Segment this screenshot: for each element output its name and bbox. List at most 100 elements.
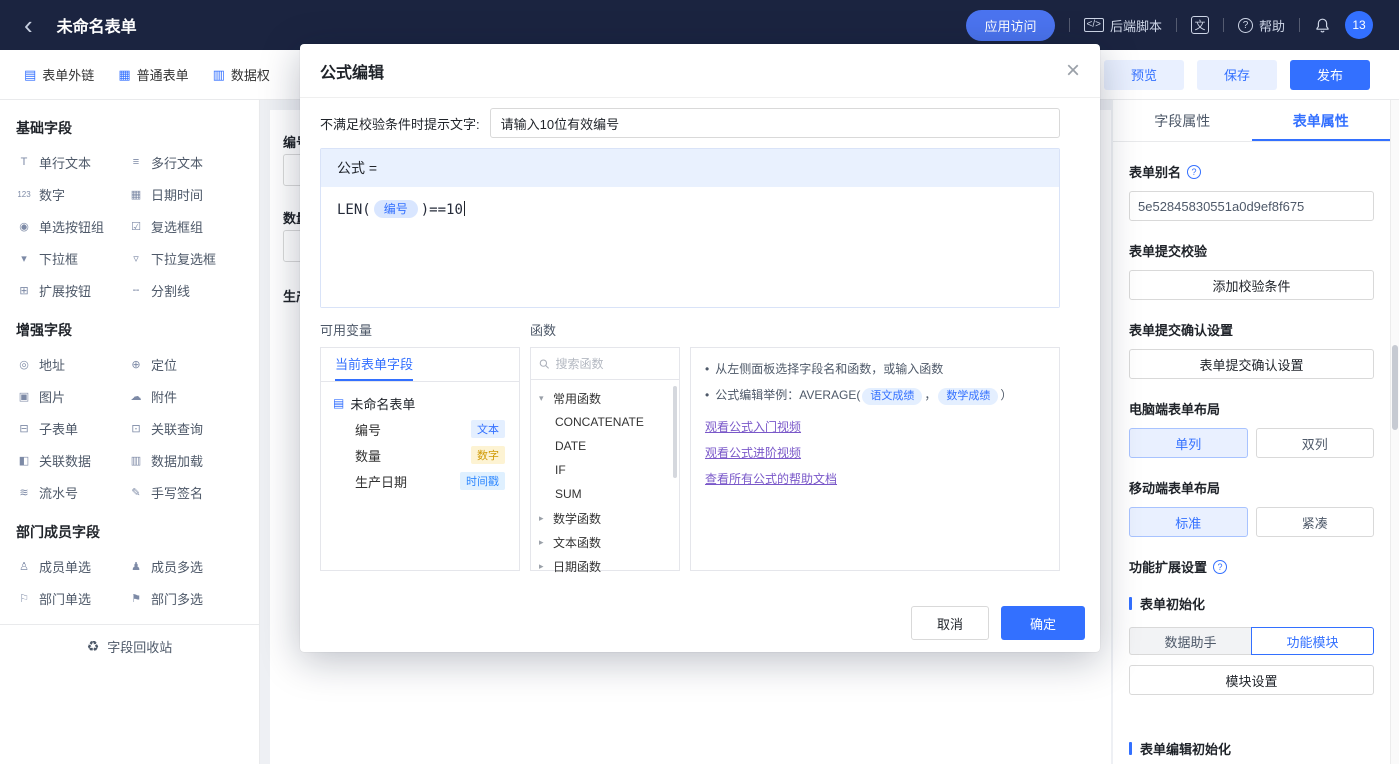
field-item-subform[interactable]: ⊟子表单 bbox=[16, 412, 128, 444]
field-item-member-multi[interactable]: ♟成员多选 bbox=[128, 550, 240, 582]
scrollbar-thumb[interactable] bbox=[1392, 345, 1398, 430]
function-group-math[interactable]: ▸ 数学函数 bbox=[531, 506, 679, 530]
radio-group-icon: ◉ bbox=[16, 220, 32, 233]
module-settings-button[interactable]: 模块设置 bbox=[1129, 665, 1374, 695]
type-tag-text: 文本 bbox=[471, 420, 505, 438]
app-access-button[interactable]: 应用访问 bbox=[966, 10, 1054, 41]
function-item-sum[interactable]: SUM bbox=[531, 482, 679, 506]
properties-tabs: 字段属性 表单属性 bbox=[1113, 100, 1390, 142]
extend-button-icon: ⊞ bbox=[16, 284, 32, 297]
function-search-input[interactable] bbox=[556, 357, 672, 371]
chevron-right-icon: ▸ bbox=[539, 513, 549, 524]
tab-form-external-link[interactable]: ▤ 表单外链 bbox=[24, 65, 94, 84]
back-icon[interactable]: ‹ bbox=[24, 5, 33, 45]
field-item-radio-group[interactable]: ◉单选按钮组 bbox=[16, 210, 128, 242]
field-item-signature[interactable]: ✎手写签名 bbox=[128, 476, 240, 508]
form-init-title-row: 表单初始化 bbox=[1129, 594, 1374, 613]
function-item-if[interactable]: IF bbox=[531, 458, 679, 482]
mobile-layout-standard[interactable]: 标准 bbox=[1129, 507, 1248, 537]
tree-node-form[interactable]: ▤ 未命名表单 bbox=[333, 390, 507, 416]
function-group-textfn[interactable]: ▸ 文本函数 bbox=[531, 530, 679, 554]
formula-input-area[interactable]: LEN(编号)==10 bbox=[321, 187, 1059, 307]
tab-field-properties[interactable]: 字段属性 bbox=[1113, 100, 1252, 141]
field-item-dept-single[interactable]: ⚐部门单选 bbox=[16, 582, 128, 614]
field-item-dept-multi[interactable]: ⚑部门多选 bbox=[128, 582, 240, 614]
help-button[interactable]: ? 帮助 bbox=[1238, 16, 1285, 35]
field-label: 下拉复选框 bbox=[151, 249, 216, 268]
field-item-address[interactable]: ◎地址 bbox=[16, 348, 128, 380]
window-scrollbar[interactable] bbox=[1390, 100, 1399, 764]
field-item-number[interactable]: 123数字 bbox=[16, 178, 128, 210]
ok-button[interactable]: 确定 bbox=[1001, 606, 1085, 640]
field-item-image[interactable]: ▣图片 bbox=[16, 380, 128, 412]
close-icon[interactable]: × bbox=[1066, 59, 1080, 83]
field-item-dropdown[interactable]: ▾下拉框 bbox=[16, 242, 128, 274]
field-item-data-load[interactable]: ▥数据加载 bbox=[128, 444, 240, 476]
link-intro-video[interactable]: 观看公式入门视频 bbox=[705, 414, 1045, 440]
pc-layout-single-column[interactable]: 单列 bbox=[1129, 428, 1248, 458]
field-item-attachment[interactable]: ☁附件 bbox=[128, 380, 240, 412]
field-item-lookup-query[interactable]: ⊡关联查询 bbox=[128, 412, 240, 444]
tab-form-properties[interactable]: 表单属性 bbox=[1252, 100, 1391, 141]
variable-item-quantity[interactable]: 数量 数字 bbox=[333, 442, 507, 468]
single-line-text-icon: T bbox=[16, 156, 32, 168]
text-caret bbox=[464, 201, 465, 216]
field-item-datetime[interactable]: ▦日期时间 bbox=[128, 178, 240, 210]
function-group-datefn[interactable]: ▸ 日期函数 bbox=[531, 554, 679, 578]
init-function-module[interactable]: 功能模块 bbox=[1251, 627, 1374, 655]
functions-panel: ▾ 常用函数 CONCATENATE DATE IF SUM ▸ 数学函数 ▸ … bbox=[530, 347, 680, 571]
field-item-divider-line[interactable]: ╌分割线 bbox=[128, 274, 240, 306]
help-links: 观看公式入门视频 观看公式进阶视频 查看所有公式的帮助文档 bbox=[705, 414, 1045, 492]
app-header: ‹ 未命名表单 应用访问 </> 后端脚本 文 ? 帮助 13 bbox=[0, 0, 1399, 50]
help-example-prefix: 公式编辑举例：AVERAGE( bbox=[715, 388, 860, 402]
add-validation-button[interactable]: 添加校验条件 bbox=[1129, 270, 1374, 300]
field-label: 图片 bbox=[39, 387, 65, 406]
init-data-assistant[interactable]: 数据助手 bbox=[1129, 627, 1251, 655]
bell-icon[interactable] bbox=[1314, 17, 1331, 34]
avatar[interactable]: 13 bbox=[1345, 11, 1373, 39]
mobile-layout-compact[interactable]: 紧凑 bbox=[1256, 507, 1375, 537]
field-item-member-single[interactable]: ♙成员单选 bbox=[16, 550, 128, 582]
translate-button[interactable]: 文 bbox=[1191, 16, 1209, 34]
link-advanced-video[interactable]: 观看公式进阶视频 bbox=[705, 440, 1045, 466]
field-item-checkbox-group[interactable]: ☑复选框组 bbox=[128, 210, 240, 242]
submit-confirm-button[interactable]: 表单提交确认设置 bbox=[1129, 349, 1374, 379]
extension-help-icon[interactable]: ? bbox=[1213, 560, 1227, 574]
link-help-docs[interactable]: 查看所有公式的帮助文档 bbox=[705, 466, 1045, 492]
pc-layout-double-column[interactable]: 双列 bbox=[1256, 428, 1375, 458]
field-recycle-bin[interactable]: ♻ 字段回收站 bbox=[0, 624, 259, 668]
cancel-button[interactable]: 取消 bbox=[911, 606, 989, 640]
variable-item-production-date[interactable]: 生产日期 时间戳 bbox=[333, 468, 507, 494]
field-item-location[interactable]: ⊕定位 bbox=[128, 348, 240, 380]
variable-item-number[interactable]: 编号 文本 bbox=[333, 416, 507, 442]
tab-data-permission[interactable]: ▥ 数据权 bbox=[213, 65, 270, 84]
form-alias-input[interactable] bbox=[1129, 191, 1374, 221]
bullet-icon: • bbox=[705, 362, 709, 376]
field-label: 日期时间 bbox=[151, 185, 203, 204]
field-palette: 基础字段 T单行文本 ≡多行文本 123数字 ▦日期时间 ◉单选按钮组 ☑复选框… bbox=[0, 100, 260, 764]
related-data-icon: ◧ bbox=[16, 454, 32, 467]
form-alias-help-icon[interactable]: ? bbox=[1187, 165, 1201, 179]
field-item-related-data[interactable]: ◧关联数据 bbox=[16, 444, 128, 476]
location-icon: ⊕ bbox=[128, 358, 144, 371]
field-item-extend-button[interactable]: ⊞扩展按钮 bbox=[16, 274, 128, 306]
field-label: 附件 bbox=[151, 387, 177, 406]
publish-button[interactable]: 发布 bbox=[1290, 60, 1370, 90]
field-item-dropdown-multi[interactable]: ▿下拉复选框 bbox=[128, 242, 240, 274]
backend-script-button[interactable]: </> 后端脚本 bbox=[1084, 16, 1162, 35]
function-search bbox=[531, 348, 679, 380]
tab-current-form-fields[interactable]: 当前表单字段 bbox=[335, 348, 413, 381]
field-item-multi-line-text[interactable]: ≡多行文本 bbox=[128, 146, 240, 178]
function-group-common[interactable]: ▾ 常用函数 bbox=[531, 386, 679, 410]
function-item-date[interactable]: DATE bbox=[531, 434, 679, 458]
function-list-scrollbar[interactable] bbox=[673, 386, 677, 478]
prompt-text-input[interactable] bbox=[490, 108, 1060, 138]
field-item-single-line-text[interactable]: T单行文本 bbox=[16, 146, 128, 178]
preview-button[interactable]: 预览 bbox=[1104, 60, 1184, 90]
function-item-concatenate[interactable]: CONCATENATE bbox=[531, 410, 679, 434]
field-item-serial-number[interactable]: ≋流水号 bbox=[16, 476, 128, 508]
tab-normal-form[interactable]: ▦ 普通表单 bbox=[118, 65, 188, 84]
formula-field-pill[interactable]: 编号 bbox=[374, 200, 418, 218]
toolbar-actions: 预览 保存 发布 bbox=[1104, 60, 1399, 90]
save-button[interactable]: 保存 bbox=[1197, 60, 1277, 90]
